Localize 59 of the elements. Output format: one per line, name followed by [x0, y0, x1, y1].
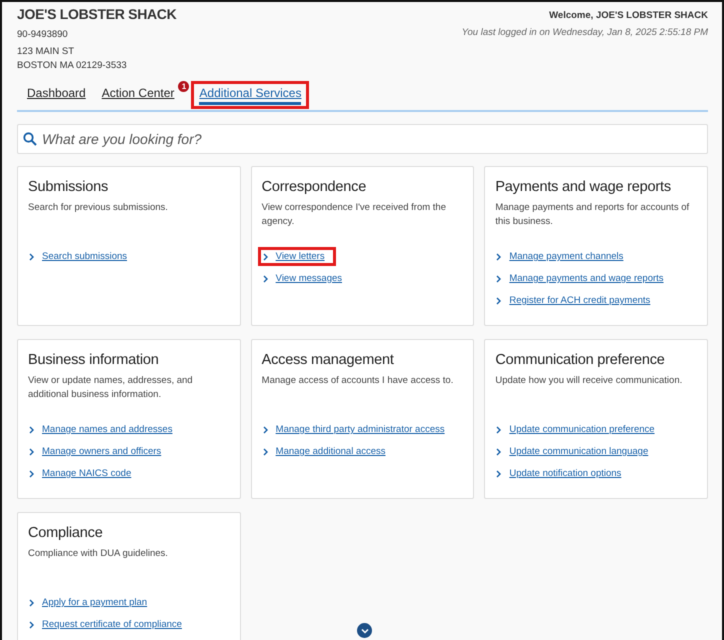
- chevron-right-icon: [29, 620, 34, 628]
- chevron-right-icon: [29, 470, 34, 478]
- card-description: Manage payments and reports for accounts of this business.: [495, 201, 690, 229]
- chevron-down-icon: [360, 628, 368, 634]
- notification-badge: 1: [178, 81, 190, 92]
- service-link[interactable]: Apply for a payment plan: [24, 593, 158, 612]
- chevron-right-icon: [496, 470, 502, 478]
- card-title: Payments and wage reports: [495, 179, 672, 195]
- service-link[interactable]: Update communication language: [491, 442, 660, 461]
- address-line: BOSTON MA 02129-3533: [17, 59, 128, 73]
- card-description: Manage access of accounts I have access to.: [262, 374, 454, 388]
- service-link[interactable]: Manage NAICS code: [24, 464, 142, 483]
- service-link[interactable]: View letters: [258, 247, 336, 266]
- card-description: Compliance with DUA guidelines.: [28, 547, 169, 561]
- service-link[interactable]: Register for ACH credit payments: [491, 291, 662, 310]
- business-name: JOE'S LOBSTER SHACK: [17, 6, 176, 22]
- service-link[interactable]: Update communication preference: [491, 420, 666, 439]
- service-link[interactable]: Manage third party administrator access: [258, 420, 456, 439]
- chevron-right-icon: [262, 448, 268, 456]
- card-title: Correspondence: [262, 179, 368, 195]
- chevron-right-icon: [496, 448, 502, 456]
- chevron-right-icon: [496, 426, 502, 434]
- address-line: 123 MAIN ST: [17, 45, 76, 59]
- service-link[interactable]: Manage names and addresses: [24, 420, 184, 439]
- card-description: Update how you will receive communication.: [495, 374, 684, 388]
- service-link[interactable]: View messages: [258, 269, 354, 288]
- service-link[interactable]: Update notification options: [491, 464, 632, 483]
- chevron-right-icon: [496, 296, 502, 304]
- chevron-right-icon: [496, 274, 502, 282]
- service-link[interactable]: Manage owners and officers: [24, 442, 172, 461]
- service-link[interactable]: Manage additional access: [258, 442, 397, 461]
- card-title: Business information: [28, 352, 160, 368]
- card-title: Communication preference: [495, 352, 666, 368]
- search-icon: [23, 132, 37, 146]
- card-description: View or update names, addresses, and additional business information.: [28, 374, 194, 402]
- nav-tab[interactable]: Dashboard: [19, 81, 94, 109]
- chevron-right-icon: [262, 274, 268, 282]
- card-title: Access management: [262, 352, 395, 368]
- chevron-right-icon: [262, 252, 268, 260]
- chevron-right-icon: [29, 252, 34, 260]
- card-title: Submissions: [28, 179, 109, 195]
- business-id: 90-9493890: [17, 28, 69, 42]
- chevron-right-icon: [29, 426, 34, 434]
- service-link[interactable]: Manage payments and wage reports: [491, 269, 675, 288]
- card-description: View correspondence I've received from the agency.: [262, 201, 448, 229]
- nav-tab[interactable]: Additional Services: [191, 81, 310, 109]
- chevron-right-icon: [262, 426, 268, 434]
- chevron-right-icon: [29, 448, 34, 456]
- search-field[interactable]: What are you looking for?: [17, 124, 708, 154]
- scroll-down-button[interactable]: [357, 623, 372, 638]
- chevron-right-icon: [29, 598, 34, 606]
- last-login-text: You last logged in on Wednesday, Jan 8, 2025 2:55:18 PM: [462, 27, 708, 38]
- service-link[interactable]: Search submissions: [24, 247, 138, 266]
- chevron-right-icon: [496, 252, 502, 260]
- welcome-text: Welcome, JOE'S LOBSTER SHACK: [549, 10, 708, 21]
- service-link[interactable]: Request certificate of compliance: [24, 615, 193, 634]
- card-title: Compliance: [28, 525, 104, 541]
- card-description: Search for previous submissions.: [28, 201, 169, 215]
- service-link[interactable]: Manage payment channels: [491, 247, 634, 266]
